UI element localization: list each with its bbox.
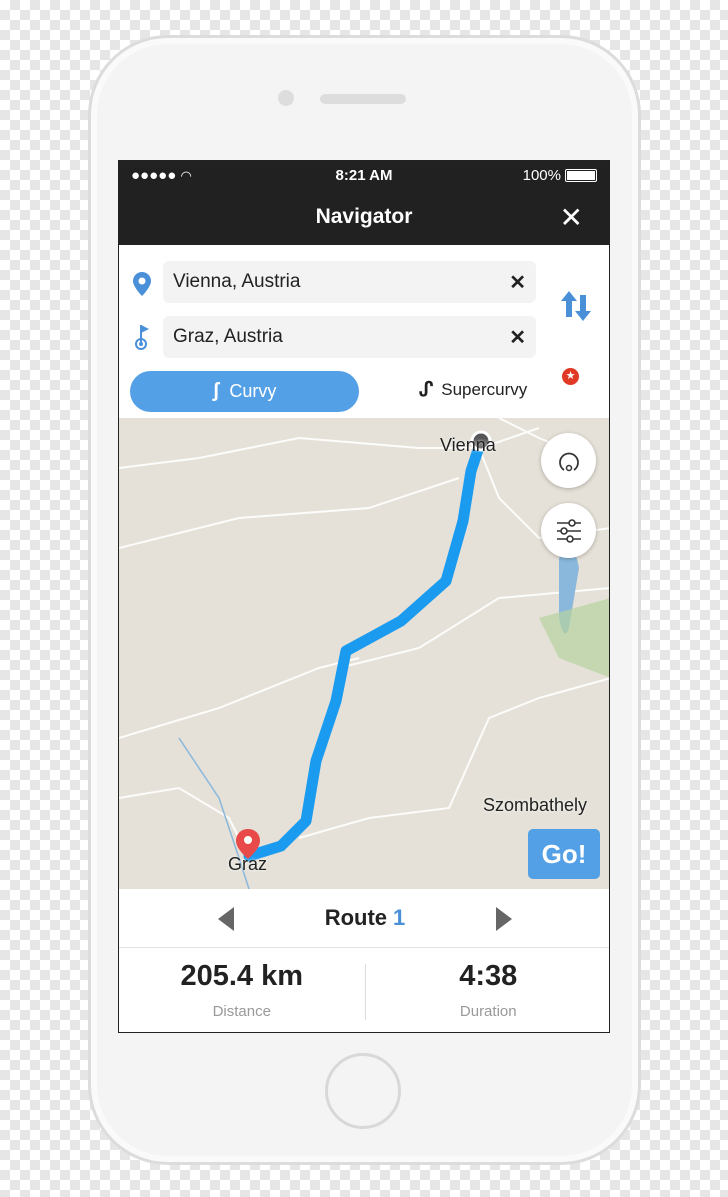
mode-curvy-button[interactable]: ʃ Curvy xyxy=(130,371,359,412)
app-screen: ●●●●● ◠ 8:21 AM 100% Navigator ✕ Vienna,… xyxy=(118,160,610,1033)
duration-value: 4:38 xyxy=(459,960,518,992)
close-button[interactable]: ✕ xyxy=(560,201,583,234)
battery-icon xyxy=(565,169,597,183)
battery-percent: 100% xyxy=(522,166,561,184)
map-canvas xyxy=(119,418,609,889)
destination-input[interactable]: Graz, Austria ✕ xyxy=(163,316,536,358)
recenter-button[interactable] xyxy=(541,433,596,488)
origin-input[interactable]: Vienna, Austria ✕ xyxy=(163,261,536,303)
map-view[interactable]: Vienna Graz Szombathely Go! xyxy=(119,418,609,889)
destination-value: Graz, Austria xyxy=(173,326,283,347)
go-button[interactable]: Go! xyxy=(528,829,600,879)
route-number: 1 xyxy=(393,905,406,930)
filters-button[interactable] xyxy=(541,503,596,558)
location-pin-icon xyxy=(133,272,151,296)
route-selector: Route 1 xyxy=(119,889,609,948)
map-label-szombathely: Szombathely xyxy=(483,795,588,815)
map-label-vienna: Vienna xyxy=(440,435,496,455)
distance-label: Distance xyxy=(212,1003,271,1020)
duration-label: Duration xyxy=(459,1003,517,1020)
route-inputs: Vienna, Austria ✕ Graz, Austria ✕ ʃ Curv… xyxy=(119,245,609,418)
previous-route-button[interactable] xyxy=(218,907,234,931)
distance-stat: 205.4 km Distance xyxy=(119,948,365,1032)
premium-badge: ★ xyxy=(562,368,579,385)
route-line xyxy=(243,435,487,862)
next-route-button[interactable] xyxy=(496,907,512,931)
origin-value: Vienna, Austria xyxy=(173,271,301,292)
rotate-icon xyxy=(558,452,579,471)
curvy-road-icon: ʃ xyxy=(212,380,220,402)
curvy-label: Curvy xyxy=(229,381,277,401)
clear-destination-button[interactable]: ✕ xyxy=(509,325,526,350)
supercurvy-road-icon: ᔑ xyxy=(419,379,434,401)
route-stats: 205.4 km Distance 4:38 Duration xyxy=(119,948,610,1032)
home-button[interactable] xyxy=(325,1053,401,1129)
supercurvy-label: Supercurvy xyxy=(441,379,528,399)
map-label-graz: Graz xyxy=(228,854,268,874)
sliders-icon xyxy=(556,518,581,543)
nav-bar: Navigator ✕ xyxy=(119,189,609,245)
distance-value: 205.4 km xyxy=(180,960,304,992)
route-label: Route xyxy=(324,905,388,930)
duration-stat: 4:38 Duration xyxy=(366,948,610,1032)
clear-origin-button[interactable]: ✕ xyxy=(509,270,526,295)
speaker xyxy=(320,94,406,104)
front-camera xyxy=(278,90,294,106)
page-title: Navigator xyxy=(315,205,413,228)
status-bar: ●●●●● ◠ 8:21 AM 100% xyxy=(119,161,609,189)
destination-flag-icon xyxy=(135,325,149,350)
mode-supercurvy-button[interactable]: ᔑ Supercurvy xyxy=(419,377,527,402)
swap-icon[interactable] xyxy=(559,289,593,323)
